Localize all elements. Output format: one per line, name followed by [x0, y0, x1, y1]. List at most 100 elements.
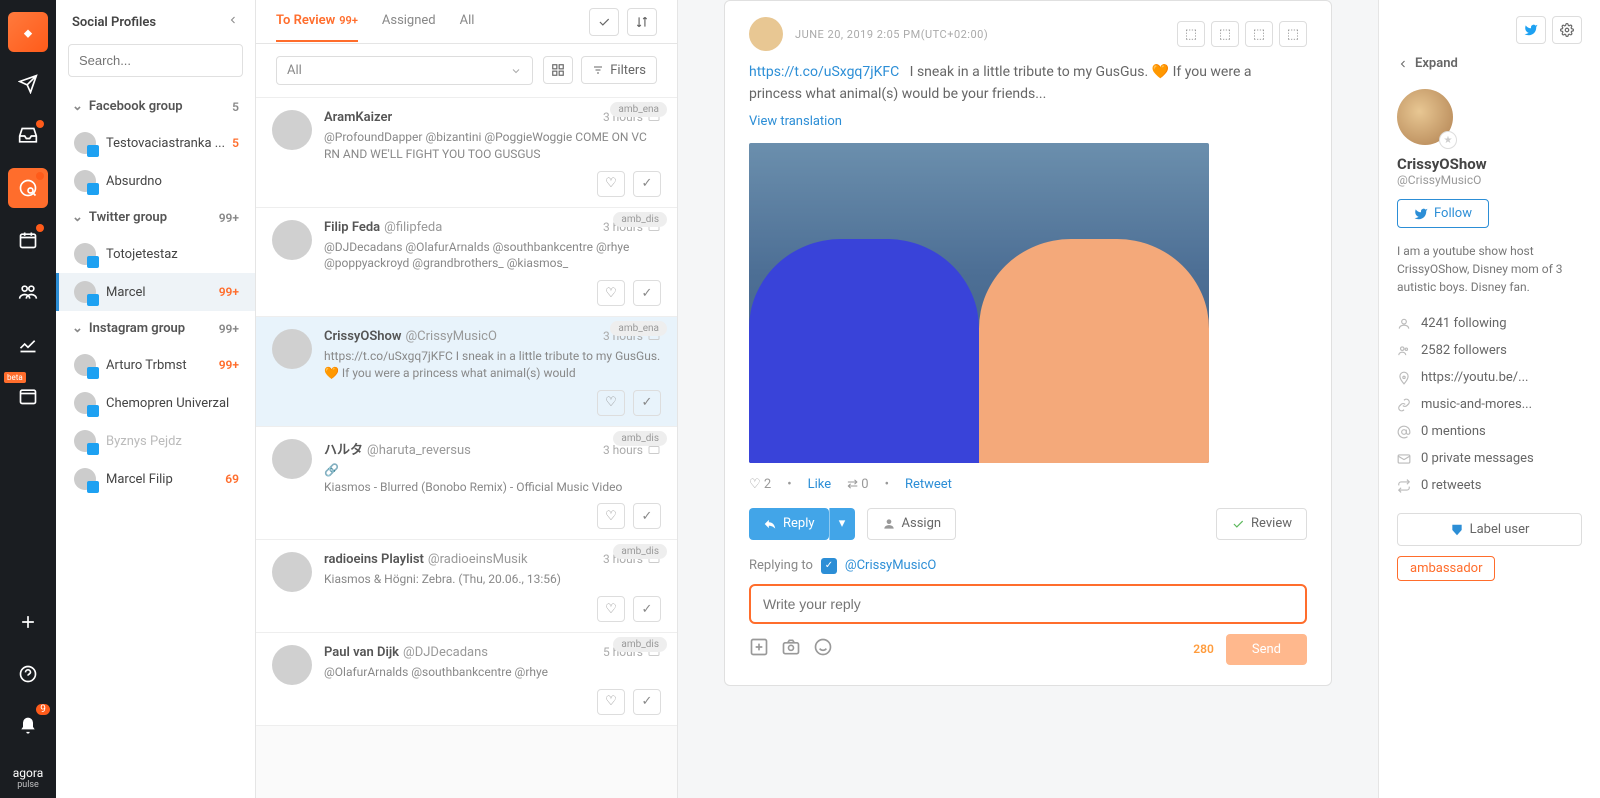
add-emoji-icon[interactable]: [813, 637, 833, 661]
inbox-tab[interactable]: To Review99+: [276, 1, 358, 42]
profile-search-input[interactable]: [68, 44, 243, 77]
tweet-date: JUNE 20, 2019 2:05 PM(UTC+02:00): [795, 28, 988, 41]
card-done-icon[interactable]: ✓: [633, 171, 661, 197]
inbox-tab[interactable]: Assigned: [382, 1, 436, 42]
stat-pms: 0 private messages: [1397, 445, 1582, 472]
nav-users-icon[interactable]: [8, 272, 48, 312]
card-like-icon[interactable]: ♡: [597, 596, 625, 622]
replying-checkbox[interactable]: ✓: [821, 558, 837, 574]
nav-notifications-icon[interactable]: 9: [8, 706, 48, 746]
reply-input[interactable]: [749, 584, 1307, 624]
user-tag[interactable]: ambassador: [1397, 556, 1495, 581]
engagement-bar: ♡ 2 • Like ⇄ 0 • Retweet: [749, 477, 1307, 492]
inbox-tab[interactable]: All: [460, 1, 475, 42]
card-like-icon[interactable]: ♡: [597, 171, 625, 197]
inbox-card[interactable]: amb_disPaul van Dijk @DJDecadans5 hours …: [256, 633, 677, 726]
nav-inbox-icon[interactable]: [8, 116, 48, 156]
left-rail: beta 9 agorapulse: [0, 0, 56, 798]
inbox-card[interactable]: amb_enaCrissyOShow @CrissyMusicO3 hours …: [256, 317, 677, 427]
view-translation-link[interactable]: View translation: [749, 114, 842, 129]
inbox-card[interactable]: amb_enaAramKaizer 3 hours @ProfoundDappe…: [256, 98, 677, 208]
profile-row[interactable]: Chemopren Univerzal: [56, 384, 255, 422]
inbox-card[interactable]: amb_disradioeins Playlist @radioeinsMusi…: [256, 540, 677, 633]
group-header[interactable]: ⌄Instagram group99+: [56, 311, 255, 346]
inbox-card[interactable]: amb_disハルタ @haruta_reversus3 hours 🔗Kias…: [256, 427, 677, 541]
nav-add-icon[interactable]: [8, 602, 48, 642]
brand-label: agorapulse: [13, 758, 43, 798]
card-like-icon[interactable]: ♡: [597, 503, 625, 529]
card-like-icon[interactable]: ♡: [597, 280, 625, 306]
nav-listening-icon[interactable]: [8, 168, 48, 208]
stat-link2[interactable]: music-and-mores...: [1397, 391, 1582, 418]
detail-action-1-icon[interactable]: ⬚: [1177, 21, 1205, 47]
group-header[interactable]: ⌄Facebook group5: [56, 89, 255, 124]
review-button[interactable]: Review: [1216, 508, 1307, 540]
filters-button[interactable]: Filters: [581, 56, 657, 84]
app-logo[interactable]: [8, 12, 48, 52]
add-attachment-icon[interactable]: [749, 637, 769, 661]
card-like-icon[interactable]: ♡: [597, 689, 625, 715]
card-done-icon[interactable]: ✓: [633, 689, 661, 715]
detail-action-4-icon[interactable]: ⬚: [1279, 21, 1307, 47]
settings-icon[interactable]: [1552, 16, 1582, 44]
annotation-arrow: [1368, 540, 1378, 680]
group-header[interactable]: ⌄Twitter group99+: [56, 200, 255, 235]
replying-handle[interactable]: @CrissyMusicO: [845, 558, 936, 573]
filter-all-select[interactable]: All: [276, 56, 533, 85]
profile-row[interactable]: Arturo Trbmst99+: [56, 346, 255, 384]
follow-button[interactable]: Follow: [1397, 199, 1489, 228]
expand-button[interactable]: Expand: [1397, 56, 1582, 71]
collapse-icon[interactable]: [227, 14, 239, 30]
card-done-icon[interactable]: ✓: [633, 596, 661, 622]
card-like-icon[interactable]: ♡: [597, 390, 625, 416]
add-photo-icon[interactable]: [781, 637, 801, 661]
assign-button[interactable]: Assign: [867, 508, 957, 540]
profile-row[interactable]: Testovaciastranka ...5: [56, 124, 255, 162]
view-grid-icon[interactable]: [543, 56, 573, 84]
profiles-title: Social Profiles: [72, 15, 156, 30]
tweet-link[interactable]: https://t.co/uSxgq7jKFC: [749, 64, 899, 80]
profile-row[interactable]: Marcel99+: [56, 273, 255, 311]
char-count: 280: [1193, 642, 1214, 656]
profile-row[interactable]: Absurdno: [56, 162, 255, 200]
reply-button[interactable]: Reply: [749, 508, 829, 540]
nav-beta-calendar-icon[interactable]: beta: [8, 376, 48, 416]
detail-action-2-icon[interactable]: ⬚: [1211, 21, 1239, 47]
card-done-icon[interactable]: ✓: [633, 503, 661, 529]
profile-row[interactable]: Byznys Pejdz: [56, 422, 255, 460]
stat-followers: 2582 followers: [1397, 337, 1582, 364]
nav-reports-icon[interactable]: [8, 324, 48, 364]
replying-to: Replying to ✓ @CrissyMusicO: [749, 558, 1307, 574]
profile-row[interactable]: Marcel Filip69: [56, 460, 255, 498]
nav-send-icon[interactable]: [8, 64, 48, 104]
reply-dropdown-icon[interactable]: ▾: [829, 508, 855, 540]
detail-action-3-icon[interactable]: ⬚: [1245, 21, 1273, 47]
retweet-icon[interactable]: ⇄ 0: [847, 477, 868, 492]
profile-row[interactable]: Totojetestaz: [56, 235, 255, 273]
card-done-icon[interactable]: ✓: [633, 390, 661, 416]
profile-bio: I am a youtube show host CrissyOShow, Di…: [1397, 242, 1582, 296]
twitter-icon[interactable]: [1516, 16, 1546, 44]
favorite-star-icon[interactable]: ★: [1439, 131, 1457, 149]
tweet-text: https://t.co/uSxgq7jKFC I sneak in a lit…: [749, 61, 1307, 106]
profile-avatar: ★: [1397, 89, 1453, 145]
nav-calendar-icon[interactable]: [8, 220, 48, 260]
card-done-icon[interactable]: ✓: [633, 280, 661, 306]
like-link[interactable]: Like: [808, 477, 832, 492]
inbox-card[interactable]: amb_disFilip Feda @filipfeda3 hours @DJD…: [256, 208, 677, 318]
inbox-tabs: To Review99+ Assigned All: [256, 0, 677, 44]
detail-panel: JUNE 20, 2019 2:05 PM(UTC+02:00) ⬚ ⬚ ⬚ ⬚…: [678, 0, 1378, 798]
profile-name: CrissyOShow: [1397, 155, 1582, 173]
stat-following: 4241 following: [1397, 310, 1582, 337]
inbox-panel: To Review99+ Assigned All All Filters amb_…: [256, 0, 678, 798]
send-button[interactable]: Send: [1226, 634, 1307, 665]
sort-icon[interactable]: [627, 8, 657, 36]
retweet-link[interactable]: Retweet: [905, 477, 952, 492]
user-sidebar: Expand ★ CrissyOShow @CrissyMusicO Follo…: [1378, 0, 1600, 798]
like-icon[interactable]: ♡ 2: [749, 477, 771, 492]
nav-help-icon[interactable]: [8, 654, 48, 694]
stat-link1[interactable]: https://youtu.be/...: [1397, 364, 1582, 391]
label-user-button[interactable]: Label user: [1397, 513, 1582, 546]
stat-mentions: 0 mentions: [1397, 418, 1582, 445]
mark-done-icon[interactable]: [589, 8, 619, 36]
